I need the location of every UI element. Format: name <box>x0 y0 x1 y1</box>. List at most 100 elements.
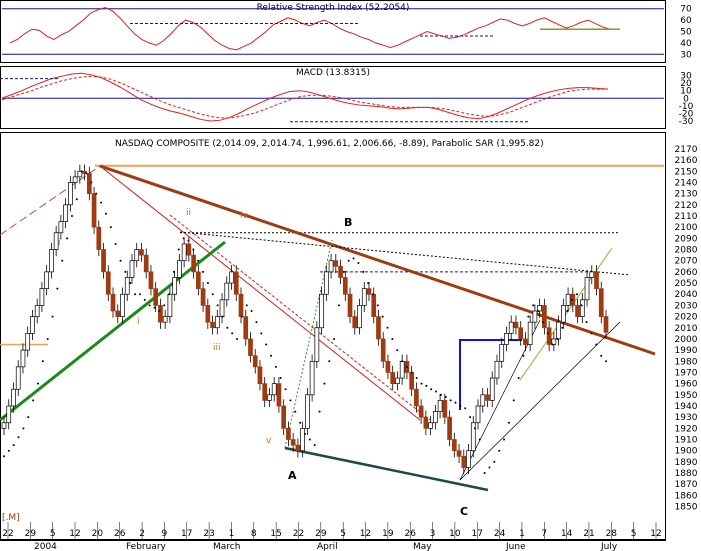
candle <box>101 249 106 273</box>
sar-dot <box>566 310 569 312</box>
x-day-label: 9 <box>162 529 168 539</box>
sar-dot <box>85 172 88 175</box>
sar-dot <box>270 354 273 357</box>
sar-dot <box>284 388 287 391</box>
candle <box>390 372 396 384</box>
candle <box>181 243 187 262</box>
sar-dot <box>381 315 384 318</box>
price-tick-label: 2090 <box>675 234 698 244</box>
candle <box>6 405 12 424</box>
candle <box>395 377 400 384</box>
candle <box>257 366 263 384</box>
sar-dot <box>3 455 5 458</box>
candle <box>25 333 31 351</box>
candle <box>357 305 362 329</box>
candle <box>338 265 343 278</box>
sar-dot <box>211 293 214 296</box>
sar-dot <box>138 293 141 296</box>
x-day-label: 29 <box>25 529 37 539</box>
candle <box>437 400 443 412</box>
x-day-label: 7 <box>541 529 547 539</box>
x-day-label: 12 <box>360 529 371 539</box>
sar-dot <box>556 337 559 340</box>
label-b: B <box>344 216 352 229</box>
sar-dot <box>503 438 506 441</box>
x-day-label: 2 <box>139 529 145 539</box>
candle <box>499 344 505 362</box>
price-tick-label: 1880 <box>675 469 698 479</box>
candle <box>366 288 372 295</box>
candle <box>347 293 353 317</box>
price-tick-label: 1920 <box>675 424 698 434</box>
sar-dot <box>473 427 476 430</box>
x-month-label: May <box>413 542 432 551</box>
candle <box>475 405 481 424</box>
x-day-label: 20 <box>92 529 104 539</box>
sar-dot <box>391 337 394 340</box>
price-tick-label: 2070 <box>675 257 698 267</box>
sar-dot <box>260 332 263 335</box>
candle <box>508 321 514 334</box>
sar-dot <box>493 460 496 463</box>
sar-dot <box>274 365 277 368</box>
x-day-label: 5 <box>50 529 56 539</box>
candle <box>271 383 277 396</box>
label-ii: ii <box>186 208 191 218</box>
candle <box>513 321 519 329</box>
sar-dot <box>532 304 535 307</box>
candle <box>295 444 301 452</box>
price-tick-label: 1950 <box>675 391 698 401</box>
candle <box>205 305 211 323</box>
price-tick-label: 1990 <box>675 346 698 356</box>
corner-label: [.M] <box>2 513 20 523</box>
price-tick-label: 2010 <box>675 324 698 334</box>
candle <box>380 338 386 362</box>
sar-dot <box>75 198 78 201</box>
sar-dot <box>517 377 520 380</box>
candle <box>153 288 159 306</box>
candle <box>361 288 367 306</box>
price-tick-label: 2030 <box>675 301 698 311</box>
sar-dot <box>187 239 190 242</box>
candle <box>428 422 433 429</box>
sar-dot <box>172 270 175 273</box>
candle <box>504 333 509 345</box>
sar-dot <box>114 242 117 245</box>
candle <box>300 428 305 452</box>
candle <box>333 260 339 267</box>
candle <box>34 305 40 317</box>
candle <box>195 271 201 289</box>
sar-dot <box>308 438 311 441</box>
candle <box>30 316 35 334</box>
candle <box>15 366 21 390</box>
sar-dot <box>41 360 44 363</box>
candle <box>575 305 580 317</box>
x-day-label: 12 <box>69 529 80 539</box>
x-day-label: 3 <box>430 529 436 539</box>
sar-dot <box>449 399 452 402</box>
candle <box>148 271 154 289</box>
sar-dot <box>70 215 73 217</box>
sar-dot <box>255 321 258 324</box>
candle <box>191 254 196 273</box>
candle <box>248 338 253 357</box>
candle <box>542 305 547 329</box>
candle <box>238 293 244 317</box>
rsi-tick-label: 30 <box>680 50 692 60</box>
price-tick-label: 2110 <box>675 212 698 222</box>
candle <box>560 305 566 323</box>
sar-dot <box>337 304 340 307</box>
sar-dot <box>279 377 282 380</box>
candle <box>115 310 121 317</box>
rsi-tick-label: 60 <box>680 16 692 26</box>
label-c: C <box>460 505 468 518</box>
sar-dot <box>415 377 418 380</box>
x-day-label: 12 <box>650 529 661 539</box>
x-month-label: February <box>126 542 167 551</box>
x-day-label: 26 <box>114 529 126 539</box>
sar-dot <box>245 304 248 307</box>
x-day-label: 5 <box>631 529 637 539</box>
candle <box>229 271 234 284</box>
candle <box>594 271 599 289</box>
sar-dot <box>289 399 292 402</box>
